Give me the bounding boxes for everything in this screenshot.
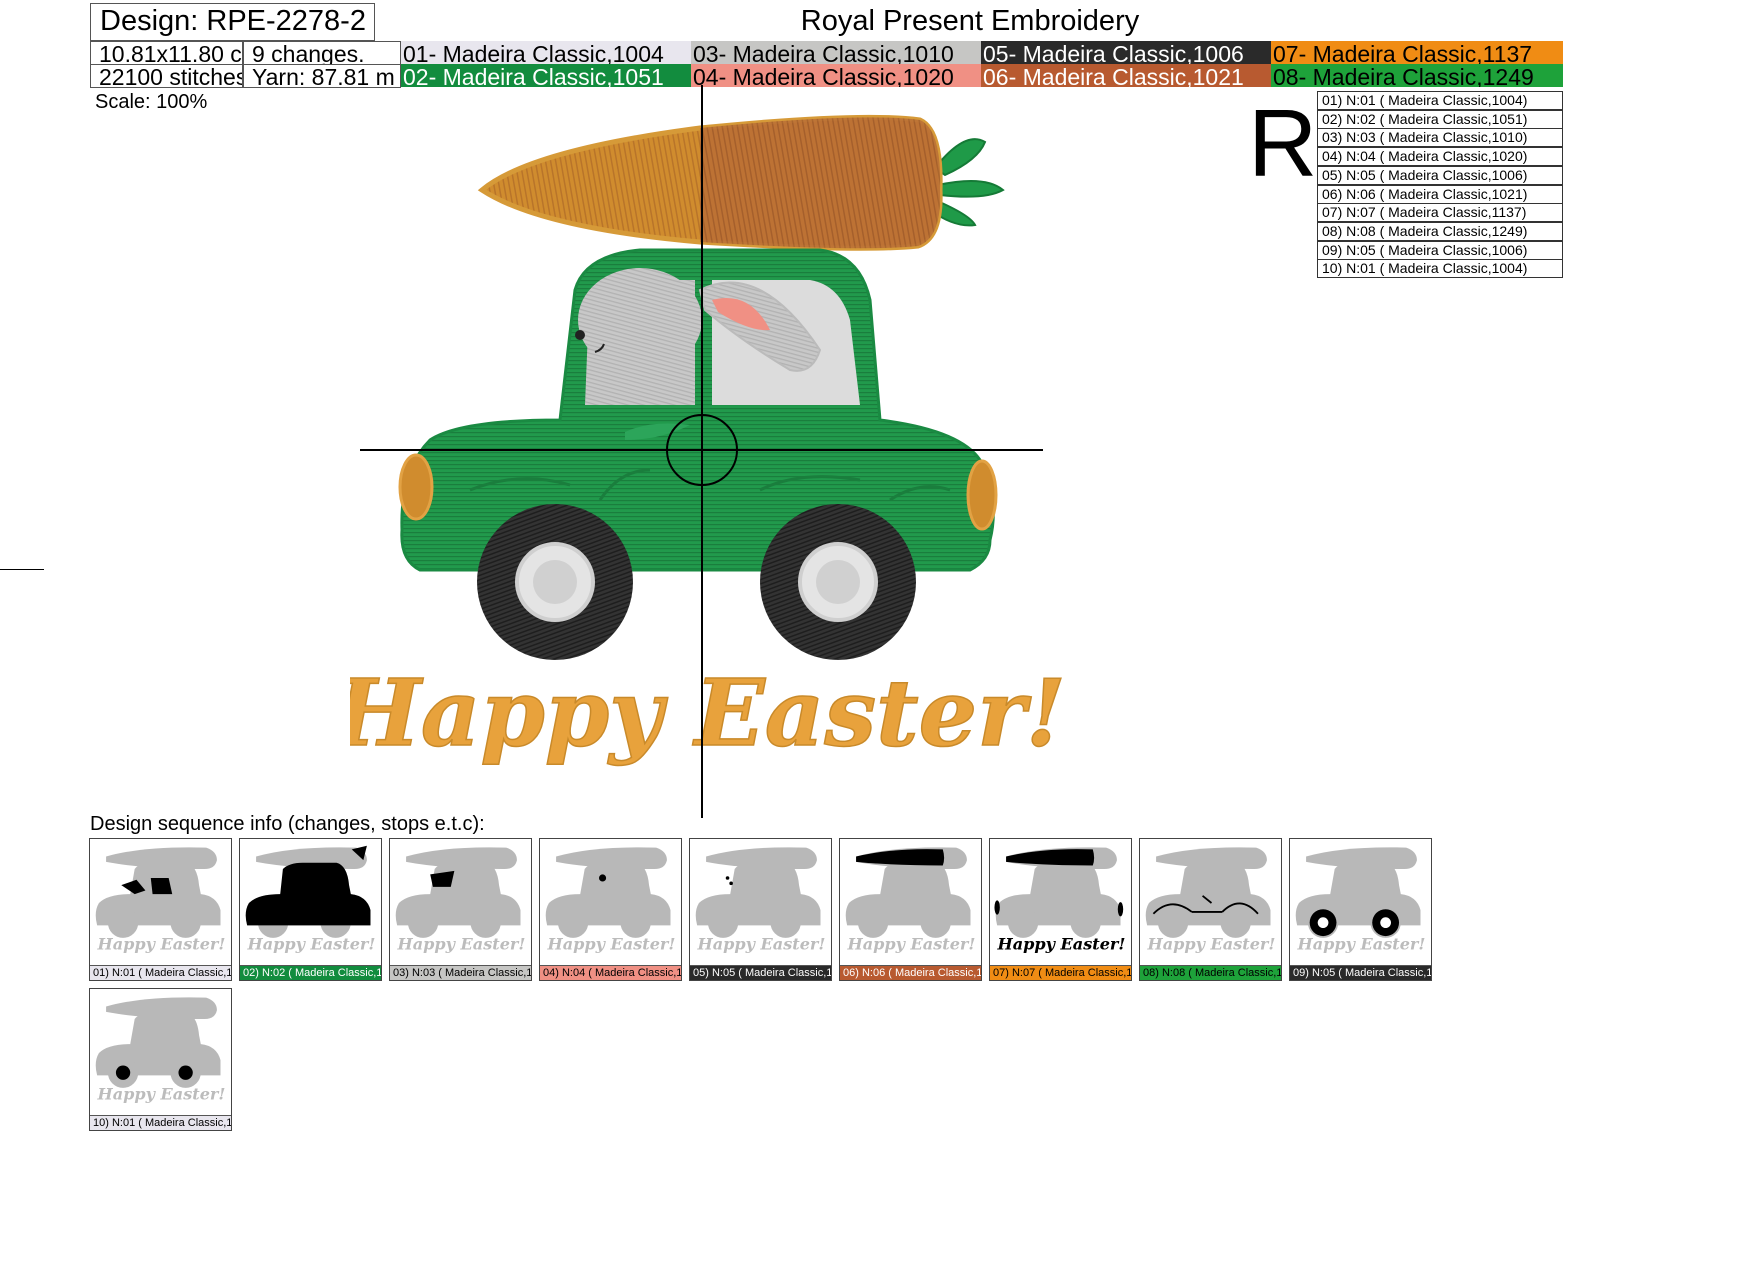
thumbnail-preview: Happy Easter!	[95, 847, 226, 953]
sequence-thumbnail: Happy Easter! 01) N:01 ( Madeira Classic,…	[89, 838, 232, 981]
thumbnail-preview: Happy Easter!	[695, 847, 826, 953]
embroidery-design: Happy Easter!	[350, 85, 1067, 818]
svg-text:Happy Easter!: Happy Easter!	[1147, 934, 1276, 953]
left-tick-line	[0, 569, 44, 570]
sequence-list-item: 09) N:05 ( Madeira Classic,1006)	[1317, 240, 1563, 260]
thumbnail-caption: 10) N:01 ( Madeira Classic,1004	[90, 1115, 231, 1130]
thread-swatch: 03- Madeira Classic,1010	[691, 41, 981, 64]
thumbnail-caption: 08) N:08 ( Madeira Classic,1249	[1140, 965, 1281, 980]
sequence-thumbnail: Happy Easter! 03) N:03 ( Madeira Classic,…	[389, 838, 532, 981]
thumbnail-preview: Happy Easter!	[545, 847, 676, 953]
thread-swatch: 01- Madeira Classic,1004	[401, 41, 691, 64]
thread-swatch: 06- Madeira Classic,1021	[981, 64, 1271, 87]
sequence-thumbnail: Happy Easter! 10) N:01 ( Madeira Classic,…	[89, 988, 232, 1131]
sequence-title: Design sequence info (changes, stops e.t…	[90, 813, 485, 835]
front-light	[398, 453, 434, 521]
svg-text:Happy Easter!: Happy Easter!	[697, 934, 826, 953]
size-cell: 10.81x11.80 cm	[90, 41, 243, 65]
side-letter: R	[1248, 90, 1318, 197]
bunny-eye	[575, 330, 585, 340]
design-title: Design: RPE-2278-2	[100, 5, 366, 37]
sequence-thumbnail: Happy Easter! 09) N:05 ( Madeira Classic,…	[1289, 838, 1432, 981]
thread-swatch: 07- Madeira Classic,1137	[1271, 41, 1563, 64]
sequence-list-item: 03) N:03 ( Madeira Classic,1010)	[1317, 128, 1563, 148]
sequence-list-item: 02) N:02 ( Madeira Classic,1051)	[1317, 109, 1563, 129]
svg-text:Happy Easter!: Happy Easter!	[247, 934, 376, 953]
changes-cell: 9 changes.	[243, 41, 401, 65]
thumbnail-caption: 02) N:02 ( Madeira Classic,1051	[240, 965, 381, 980]
thumbnail-preview: Happy Easter!Happy Easter!	[994, 847, 1126, 953]
thumbnail-preview: Happy Easter!	[245, 845, 376, 953]
svg-text:Happy Easter!: Happy Easter!	[97, 1084, 226, 1103]
thumbnail-caption: 09) N:05 ( Madeira Classic,1006	[1290, 965, 1431, 980]
thumbnail-caption: 04) N:04 ( Madeira Classic,1020	[540, 965, 681, 980]
sequence-thumbnail: Happy Easter! 06) N:06 ( Madeira Classic,…	[839, 838, 982, 981]
sequence-list-item: 08) N:08 ( Madeira Classic,1249)	[1317, 221, 1563, 241]
sequence-list-item: 07) N:07 ( Madeira Classic,1137)	[1317, 203, 1563, 223]
svg-text:Happy Easter!: Happy Easter!	[847, 934, 976, 953]
stitches-cell: 22100 stitches.	[90, 64, 243, 88]
bunny-head	[578, 268, 702, 372]
thumbnail-caption: 07) N:07 ( Madeira Classic,1137	[990, 965, 1131, 980]
thumbnail-preview: Happy Easter!	[95, 997, 226, 1103]
thumbnail-preview: Happy Easter!	[1145, 847, 1276, 953]
sequence-list-item: 04) N:04 ( Madeira Classic,1020)	[1317, 147, 1563, 167]
thumbnail-preview: Happy Easter!	[1295, 847, 1426, 953]
sequence-list-item: 05) N:05 ( Madeira Classic,1006)	[1317, 165, 1563, 185]
sequence-thumbnail: Happy Easter! 02) N:02 ( Madeira Classic,…	[239, 838, 382, 981]
sequence-thumbnail: Happy Easter! 08) N:08 ( Madeira Classic,…	[1139, 838, 1282, 981]
scale-label: Scale: 100%	[95, 91, 208, 113]
design-text: Happy Easter!	[350, 659, 1066, 767]
thread-swatch: 05- Madeira Classic,1006	[981, 41, 1271, 64]
thread-swatch: 08- Madeira Classic,1249	[1271, 64, 1563, 87]
svg-text:Happy Easter!: Happy Easter!	[97, 934, 226, 953]
sequence-thumbnail: Happy Easter! Happy Easter! 07) N:07 ( Mad…	[989, 838, 1132, 981]
svg-text:Happy Easter!: Happy Easter!	[397, 934, 526, 953]
sequence-thumbnail: Happy Easter! 05) N:05 ( Madeira Classic,…	[689, 838, 832, 981]
sequence-list-item: 10) N:01 ( Madeira Classic,1004)	[1317, 259, 1563, 279]
svg-text:Happy Easter!: Happy Easter!	[1297, 934, 1426, 953]
svg-text:Happy Easter!: Happy Easter!	[547, 934, 676, 953]
thumbnail-preview: Happy Easter!	[845, 847, 976, 953]
thumbnail-preview: Happy Easter!	[395, 847, 526, 953]
thumbnail-caption: 05) N:05 ( Madeira Classic,1006	[690, 965, 831, 980]
thumbnail-caption: 06) N:06 ( Madeira Classic,1021	[840, 965, 981, 980]
sequence-list-item: 01) N:01 ( Madeira Classic,1004)	[1317, 91, 1563, 110]
car-body	[400, 248, 995, 572]
thread-swatch: 04- Madeira Classic,1020	[691, 64, 981, 87]
thread-swatch: 02- Madeira Classic,1051	[401, 64, 691, 87]
rear-light	[966, 459, 998, 531]
sequence-thumbnail: Happy Easter! 04) N:04 ( Madeira Classic,…	[539, 838, 682, 981]
svg-text:Happy Easter!: Happy Easter!	[997, 934, 1126, 953]
brand-title: Royal Present Embroidery	[800, 5, 1140, 37]
thumbnail-caption: 01) N:01 ( Madeira Classic,1004	[90, 965, 231, 980]
sequence-list-item: 06) N:06 ( Madeira Classic,1021)	[1317, 184, 1563, 204]
thumbnail-caption: 03) N:03 ( Madeira Classic,1010	[390, 965, 531, 980]
